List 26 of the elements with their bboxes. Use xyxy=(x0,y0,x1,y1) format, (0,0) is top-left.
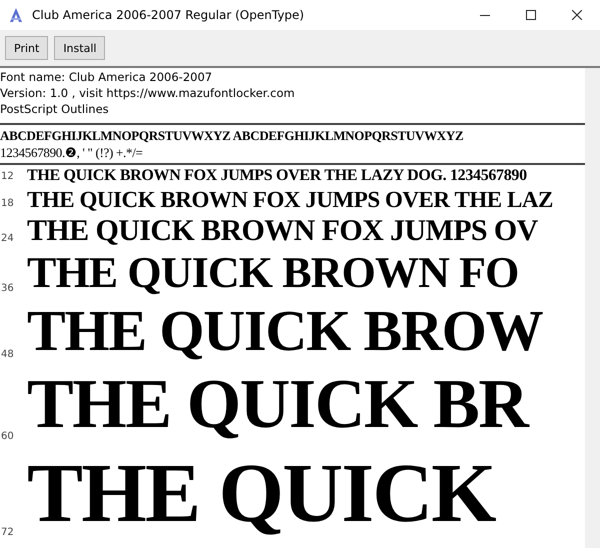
point-size-label: 72 xyxy=(0,527,15,540)
sample-text: THE QUICK BR xyxy=(27,370,528,440)
point-size-label: 36 xyxy=(0,283,15,296)
sample-text: THE QUICK BROWN FOX JUMPS OVER THE LAZ xyxy=(27,188,553,211)
font-info-text: PostScript Outlines xyxy=(0,101,110,117)
point-size-label: 18 xyxy=(0,198,15,211)
maximize-icon[interactable] xyxy=(526,10,536,20)
point-size-label: 48 xyxy=(0,349,15,362)
sample-text: THE QUICK xyxy=(27,452,495,536)
character-set-text: 1234567890.❷, ' " (!?) +.*/= xyxy=(0,144,144,161)
window-title: Club America 2006-2007 Regular (OpenType) xyxy=(32,8,304,22)
sample-text: THE QUICK BROW xyxy=(27,302,543,360)
character-set-text: ABCDEFGHIJKLMNOPQRSTUVWXYZ ABCDEFGHIJKLMNOPQRSTUVWXYZ xyxy=(0,127,464,144)
toolbar-button[interactable]: Print xyxy=(5,36,48,60)
toolbar-button[interactable]: Install xyxy=(54,36,106,60)
sample-text: THE QUICK BROWN FO xyxy=(27,251,518,295)
point-size-label: 24 xyxy=(0,233,15,246)
point-size-label: 12 xyxy=(0,171,15,184)
close-icon[interactable] xyxy=(572,10,582,20)
font-info-text: Font name: Club America 2006-2007 xyxy=(0,69,214,85)
app-icon xyxy=(8,7,24,23)
scrollbar[interactable] xyxy=(585,68,600,548)
font-info-text: Version: 1.0 , visit https://www.mazufontlocker.com xyxy=(0,85,296,101)
point-size-label: 60 xyxy=(0,431,15,444)
sample-text: THE QUICK BROWN FOX JUMPS OV xyxy=(27,216,538,246)
sample-text: THE QUICK BROWN FOX JUMPS OVER THE LAZY DOG. 1234567890 xyxy=(27,168,527,184)
